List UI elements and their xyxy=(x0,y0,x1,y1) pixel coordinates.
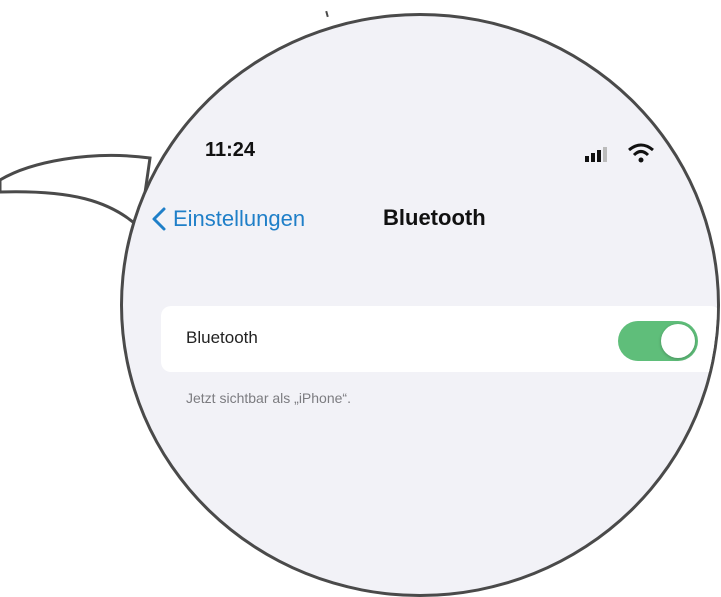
bluetooth-toggle[interactable] xyxy=(618,321,698,361)
bluetooth-settings-card: Bluetooth xyxy=(161,306,717,372)
bluetooth-label: Bluetooth xyxy=(186,328,258,347)
status-time: 11:24 xyxy=(205,139,256,161)
status-icons xyxy=(585,143,655,168)
cellular-signal-icon xyxy=(585,147,607,162)
chevron-left-icon xyxy=(152,207,166,231)
magnifier-view: 11:24 Einstellungen Bluetooth Bluetooth … xyxy=(120,13,720,597)
back-label: Einstellungen xyxy=(173,206,306,231)
visibility-footnote: Jetzt sichtbar als „iPhone“. xyxy=(186,390,351,406)
toggle-knob xyxy=(661,324,695,358)
back-button[interactable]: Einstellungen xyxy=(151,202,305,236)
wifi-icon xyxy=(628,143,655,163)
navigation-bar: Einstellungen Bluetooth xyxy=(143,202,703,236)
page-title: Bluetooth xyxy=(383,205,486,230)
